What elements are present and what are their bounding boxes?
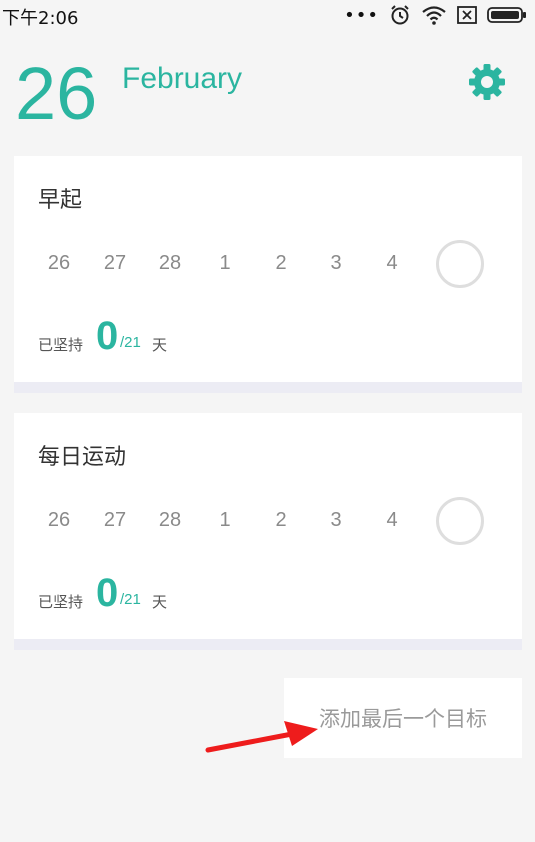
goal-card-early-rise[interactable]: 早起 26 27 28 1 2 3 4 已坚持 0 /21 天 xyxy=(14,156,522,393)
day-label: 4 xyxy=(386,252,398,274)
more-dots-icon: ••• xyxy=(344,4,379,26)
persist-total: /21 xyxy=(120,591,141,608)
status-bar: 下午2:06 ••• xyxy=(0,0,535,32)
day-label: 3 xyxy=(330,509,342,531)
persist-label: 已坚持 xyxy=(38,593,84,611)
day-label: 2 xyxy=(275,252,287,274)
day-label: 27 xyxy=(103,252,127,274)
current-day: 26 xyxy=(15,52,98,135)
day-label: 28 xyxy=(158,509,182,531)
day-label: 2 xyxy=(275,509,287,531)
pointer-arrow-icon xyxy=(205,721,318,753)
day-label: 28 xyxy=(158,252,182,274)
persist-unit: 天 xyxy=(152,336,168,354)
gear-icon[interactable] xyxy=(467,62,507,102)
alarm-clock-icon xyxy=(391,5,409,25)
persist-count: 0 xyxy=(96,314,119,358)
persist-unit: 天 xyxy=(152,593,168,611)
sim-icon xyxy=(457,6,477,24)
current-month: February xyxy=(122,62,243,95)
goal-card-daily-exercise[interactable]: 每日运动 26 27 28 1 2 3 4 已坚持 0 /21 天 xyxy=(14,413,522,650)
goal-title: 每日运动 xyxy=(38,445,127,470)
day-label: 1 xyxy=(219,252,231,274)
persist-total: /21 xyxy=(120,334,141,351)
persist-label: 已坚持 xyxy=(38,336,84,354)
day-label: 3 xyxy=(330,252,342,274)
day-label: 26 xyxy=(47,252,71,274)
status-icons: ••• xyxy=(344,4,527,26)
goal-title: 早起 xyxy=(38,188,83,213)
date-header: 26 February xyxy=(0,44,535,144)
battery-icon xyxy=(487,7,526,23)
wifi-icon xyxy=(422,6,446,25)
check-in-button[interactable] xyxy=(436,497,484,545)
day-label: 26 xyxy=(47,509,71,531)
day-label: 4 xyxy=(386,509,398,531)
persist-count: 0 xyxy=(96,571,119,615)
status-time: 下午2:06 xyxy=(2,8,79,29)
check-in-button[interactable] xyxy=(436,240,484,288)
day-label: 1 xyxy=(219,509,231,531)
day-label: 27 xyxy=(103,509,127,531)
